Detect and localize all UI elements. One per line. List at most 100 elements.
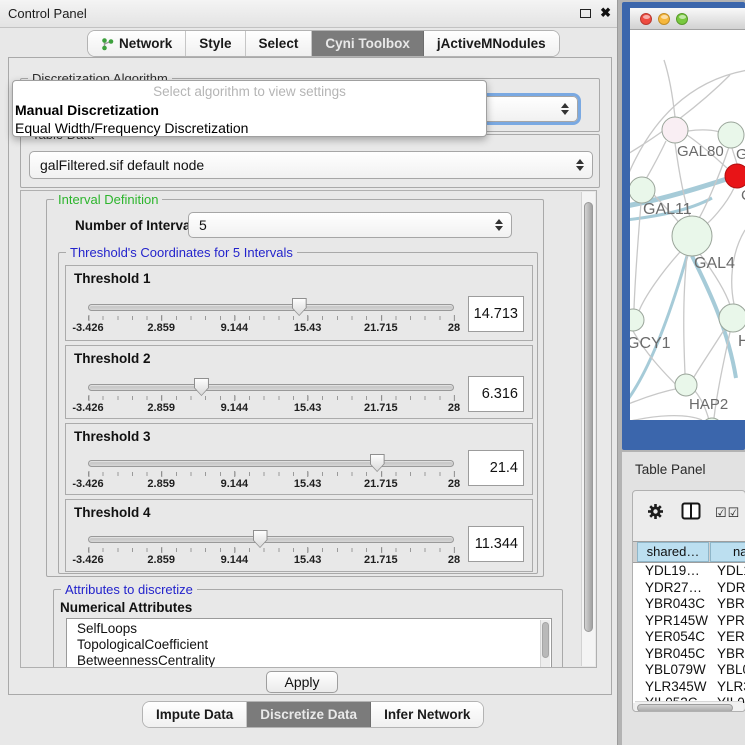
node-label-ga: GA [736,146,745,163]
threshold-4-value[interactable]: 11.344 [468,526,524,562]
attributes-to-discretize-group: Attributes to discretize Numerical Attri… [53,589,563,668]
slider-handle[interactable] [194,378,209,396]
table-row[interactable]: YBR043CYBR0 [633,596,745,613]
tab-infer-network[interactable]: Infer Network [371,702,483,727]
dropdown-option-manual-discretization[interactable]: Manual Discretization [13,101,486,119]
network-view-window[interactable]: GAL80 GA C GAL11 GAL4 GCY1 H HAP2 [622,2,745,450]
settings-scrollbar[interactable] [581,192,595,666]
node-gal4[interactable] [672,216,712,256]
slider-track[interactable] [88,460,454,467]
dropdown-option-equal-width-frequency[interactable]: Equal Width/Frequency Discretization [13,119,486,137]
dropdown-placeholder-item[interactable]: Select algorithm to view settings [13,83,486,101]
node-gcy1[interactable] [630,309,644,331]
number-of-intervals-value: 5 [199,217,207,233]
select-attributes-checkboxes-icon[interactable]: ☑☑ [715,505,740,521]
column-header-name[interactable]: na [710,542,745,562]
interval-definition-group: Interval Definition Number of Intervals … [46,199,544,577]
slider-track[interactable] [88,384,454,391]
zoom-traffic-light-icon[interactable] [676,13,688,25]
node-label-gal80: GAL80 [677,143,724,160]
tab-select[interactable]: Select [246,31,313,56]
list-scrollbar[interactable] [540,620,550,668]
table-row[interactable]: YLR345WYLR3 [633,679,745,696]
threshold-2-slider[interactable]: -3.4262.8599.14415.4321.71528 [88,380,454,418]
node-gal11[interactable] [630,177,655,203]
threshold-2-value[interactable]: 6.316 [468,376,524,412]
list-item[interactable]: BetweennessCentrality [77,653,551,668]
node-hap2[interactable] [675,374,697,396]
apply-button[interactable]: Apply [266,671,338,693]
slider-minor-ticks [88,316,454,320]
float-window-icon[interactable] [580,9,591,18]
slider-track[interactable] [88,304,454,311]
gear-icon[interactable] [646,502,665,521]
threshold-3-label: Threshold 3 [74,429,151,444]
list-item[interactable]: TopologicalCoefficient [77,637,551,653]
top-tab-strip: Network Style Select Cyni Toolbox jActiv… [88,31,559,56]
table-horizontal-scrollbar[interactable] [635,701,743,712]
table-row[interactable]: YDR27…YDR2 [633,580,745,597]
scrollbar-thumb[interactable] [584,202,593,632]
numerical-attributes-list: SelfLoops TopologicalCoefficient Between… [66,618,552,668]
tab-impute-data[interactable]: Impute Data [143,702,247,727]
tab-jactivemnodules[interactable]: jActiveMNodules [424,31,559,56]
table-row[interactable]: YPR145WYPR1 [633,613,745,630]
network-canvas[interactable]: GAL80 GA C GAL11 GAL4 GCY1 H HAP2 [630,30,745,420]
slider-handle[interactable] [370,454,385,472]
list-item[interactable]: SelfLoops [77,621,551,637]
table-row[interactable]: YER054CYER0 [633,629,745,646]
threshold-coordinates-group: Threshold's Coordinates for 5 Intervals … [58,252,538,574]
threshold-3-slider[interactable]: -3.4262.8599.14415.4321.71528 [88,456,454,494]
window-title: Control Panel [8,6,87,21]
tab-network[interactable]: Network [88,31,186,56]
algorithm-dropdown-popup: Select algorithm to view settings Manual… [12,80,487,137]
table-row[interactable]: YDL19…YDL1 [633,563,745,580]
combo-arrows-icon [576,159,584,171]
node-label-gal4: GAL4 [694,255,735,272]
scrollbar-thumb[interactable] [637,704,733,712]
threshold-1-slider[interactable]: -3.4262.8599.14415.4321.71528 [88,300,454,338]
table-data-group: Table Data galFiltered.sif default node [20,134,600,188]
table-data-select[interactable]: galFiltered.sif default node [29,151,593,179]
tab-discretize-data[interactable]: Discretize Data [247,702,371,727]
table-data-selected-value: galFiltered.sif default node [40,157,204,173]
slider-handle[interactable] [292,298,307,316]
bottom-tab-strip: Impute Data Discretize Data Infer Networ… [143,702,483,727]
node-selected-red[interactable] [725,164,745,188]
table-row[interactable]: YBL079WYBL0 [633,662,745,679]
node-label-c: C [741,187,745,204]
combo-arrows-icon [561,103,569,115]
threshold-3-box: Threshold 3 -3.4262.8599.14415.4321.7152… [65,423,533,495]
number-of-intervals-select[interactable]: 5 [188,212,512,238]
slider-handle[interactable] [253,530,268,548]
threshold-2-label: Threshold 2 [74,351,151,366]
network-window-titlebar[interactable] [630,8,745,30]
close-traffic-light-icon[interactable] [640,13,652,25]
node-h[interactable] [719,304,745,332]
node-label-h: H [738,333,745,350]
tab-cyni-toolbox[interactable]: Cyni Toolbox [312,31,424,56]
numerical-attributes-label: Numerical Attributes [60,600,192,615]
slider-scale-labels: -3.4262.8599.14415.4321.71528 [88,402,454,414]
slider-minor-ticks [88,548,454,552]
threshold-1-value[interactable]: 14.713 [468,296,524,332]
attributes-group-title: Attributes to discretize [61,582,197,597]
tab-style[interactable]: Style [186,31,245,56]
threshold-3-value[interactable]: 21.4 [468,450,524,486]
node-bottom[interactable] [702,418,722,420]
close-icon[interactable]: ✖ [600,5,611,21]
threshold-4-slider[interactable]: -3.4262.8599.14415.4321.71528 [88,532,454,570]
scrollbar-thumb[interactable] [542,622,549,658]
node-gal80[interactable] [662,117,688,143]
slider-track[interactable] [88,536,454,543]
minimize-traffic-light-icon[interactable] [658,13,670,25]
threshold-1-box: Threshold 1 -3.4262.8599.14415.4321.7152… [65,265,533,341]
slider-minor-ticks [88,396,454,400]
network-icon [101,37,114,51]
threshold-4-box: Threshold 4 -3.4262.8599.14415.4321.7152… [65,499,533,572]
column-header-shared-name[interactable]: shared… [637,542,709,562]
table-row[interactable]: YBR045CYBR0 [633,646,745,663]
split-columns-icon[interactable] [681,502,701,520]
combo-arrows-icon [495,219,503,231]
threshold-2-box: Threshold 2 -3.4262.8599.14415.4321.7152… [65,345,533,419]
